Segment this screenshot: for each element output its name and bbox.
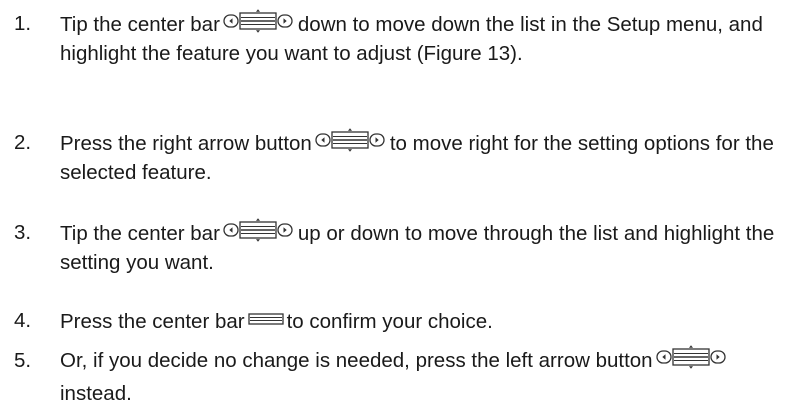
step-number: 1. <box>14 12 32 35</box>
step-number: 2. <box>14 131 32 154</box>
step-number: 3. <box>14 221 32 244</box>
navigation-control-icon <box>315 128 387 154</box>
navigation-control-icon <box>223 9 295 35</box>
step-text: Tip the center bar up or down to move thr… <box>60 218 775 277</box>
step-number: 5. <box>14 349 32 372</box>
step-text: Press the center bar to confirm your choi… <box>60 306 775 336</box>
step-text: Press the right arrow button to move righ… <box>60 128 775 187</box>
navigation-control-icon <box>655 345 728 371</box>
step-number: 4. <box>14 309 32 332</box>
navigation-control-icon <box>223 218 295 244</box>
step-text: Tip the center bar down to move down the … <box>60 9 775 68</box>
step-text: Or, if you decide no change is needed, p… <box>60 344 775 410</box>
center-bar-icon <box>247 306 284 332</box>
